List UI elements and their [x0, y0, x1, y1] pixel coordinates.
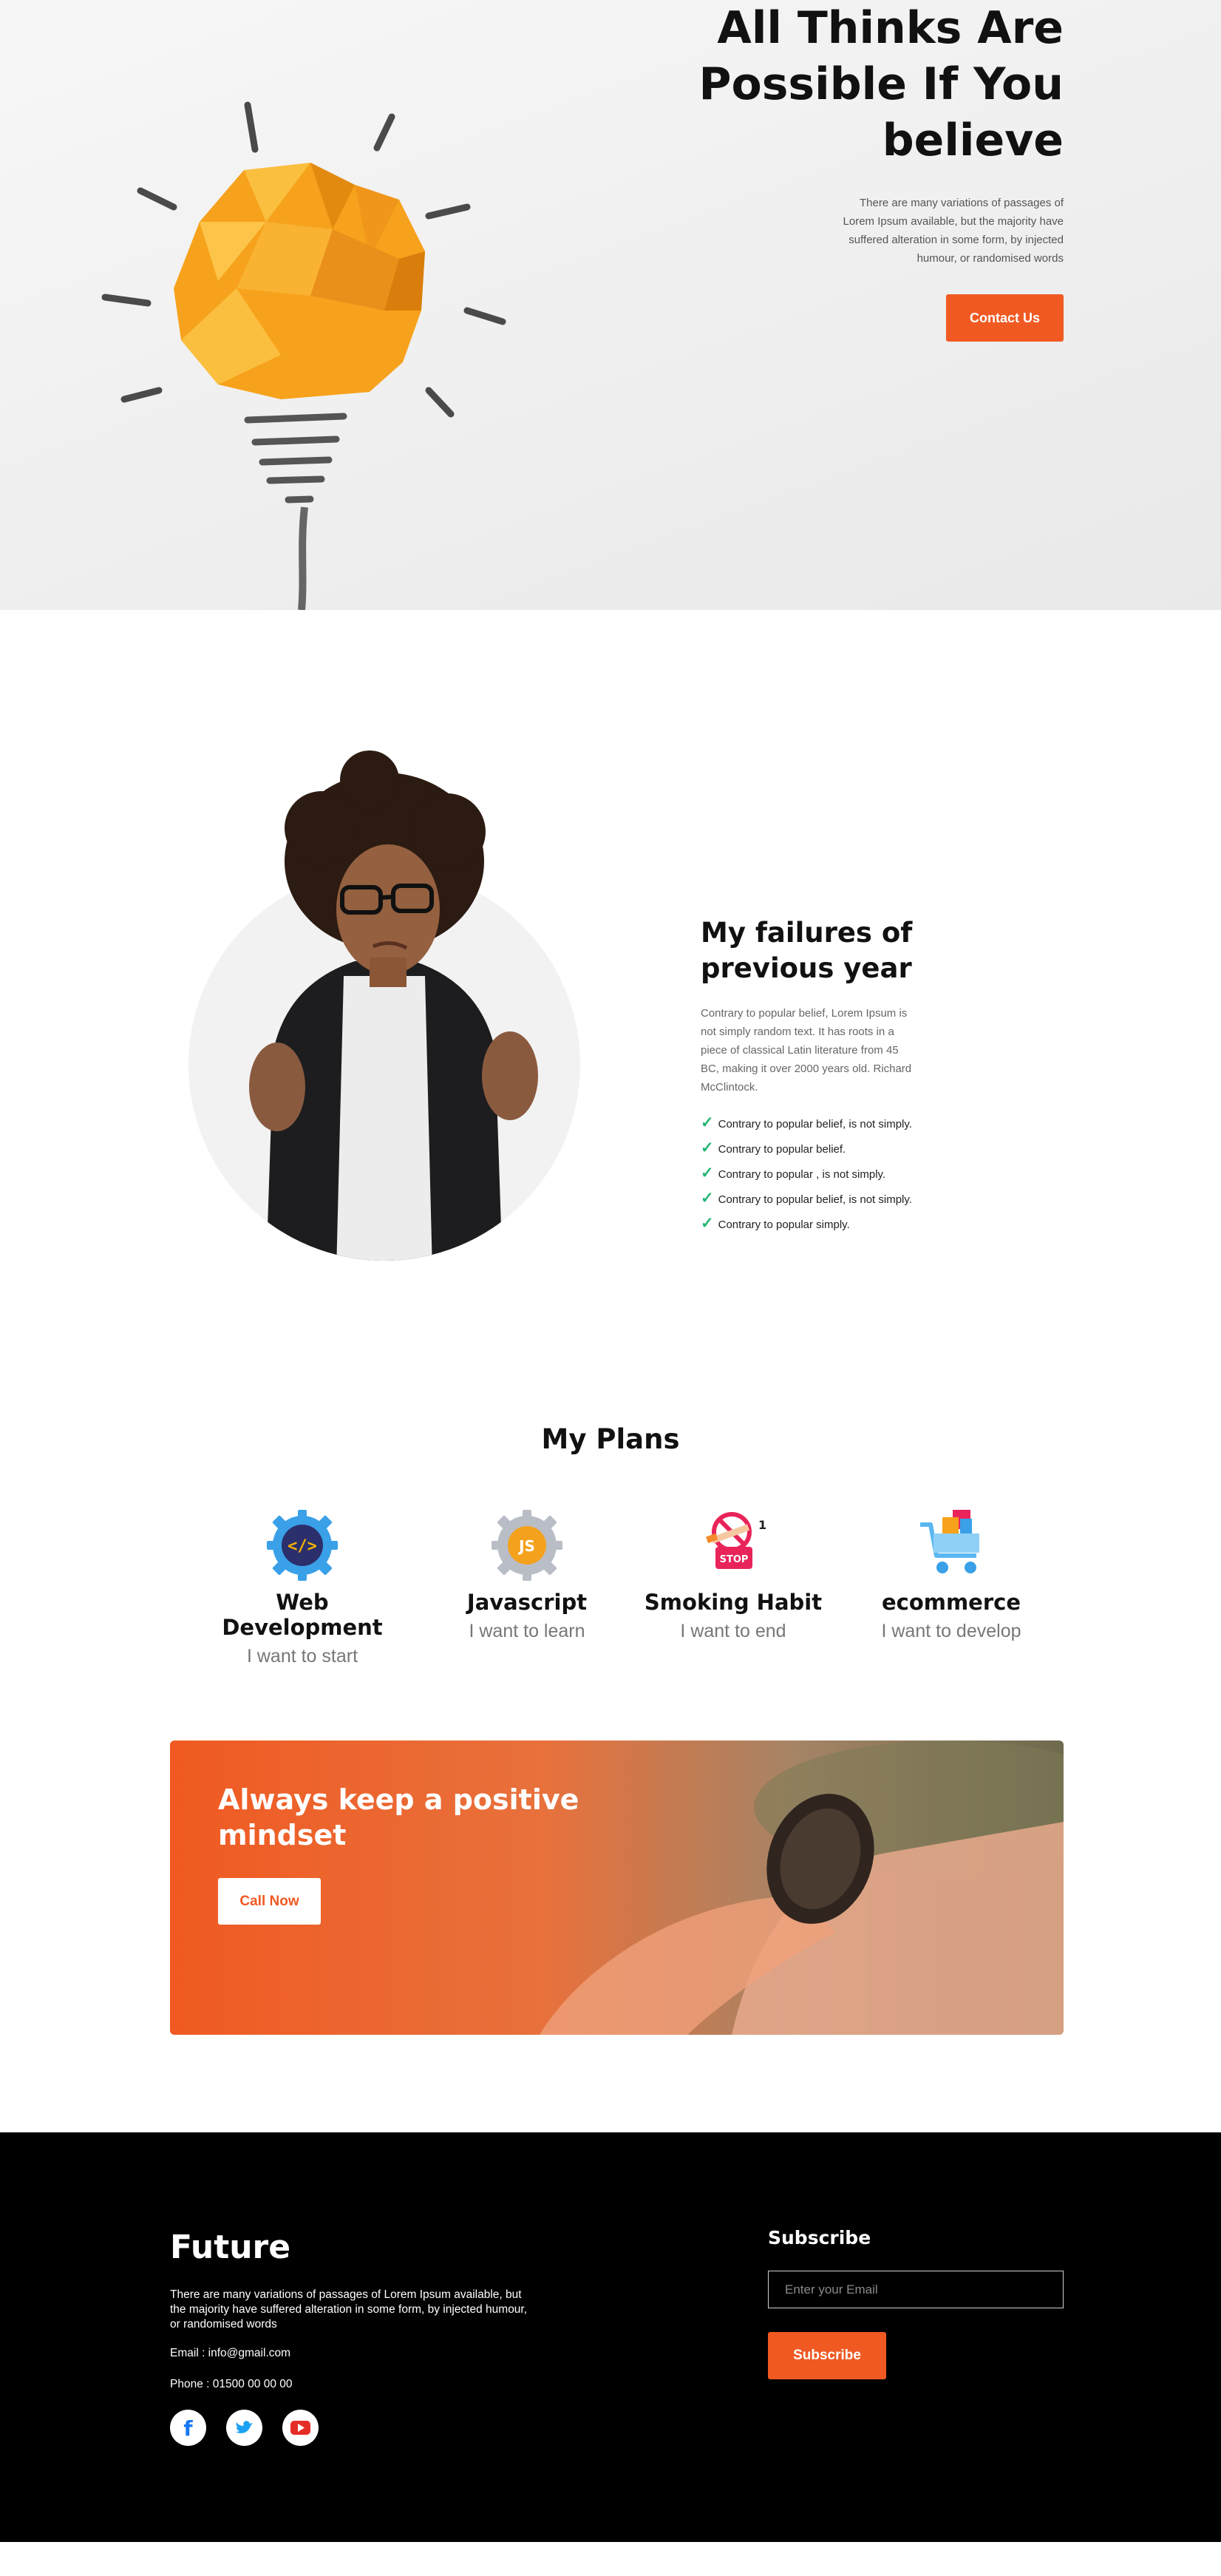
svg-text:f: f — [183, 2416, 193, 2441]
hero-section: All Thinks Are Possible If You believe T… — [0, 0, 1221, 610]
hero-title: All Thinks Are Possible If You believe — [698, 2, 1064, 166]
plans-title: My Plans — [541, 1423, 680, 1455]
check-icon: ✓ — [701, 1165, 714, 1182]
svg-text:</>: </> — [288, 1537, 317, 1556]
lightbulb-illustration — [101, 101, 506, 610]
list-item: ✓ Contrary to popular belief, is not simp… — [701, 1190, 912, 1207]
js-gear-icon: JS — [492, 1510, 562, 1581]
list-item: ✓ Contrary to popular belief, is not simp… — [701, 1114, 912, 1131]
twitter-icon[interactable] — [226, 2410, 262, 2446]
shopping-cart-icon — [920, 1510, 979, 1573]
plan-card-smoking-habit: STOP 1 Smoking Habit I want to end — [626, 1508, 840, 1642]
plan-card-ecommerce: ecommerce I want to develop — [844, 1508, 1058, 1642]
footer-email: Email : info@gmail.com — [170, 2347, 291, 2359]
plan-card-web-development: </> Web Development I want to start — [195, 1508, 409, 1667]
woman-portrait-image — [188, 750, 580, 1261]
plan-subtitle: I want to develop — [881, 1621, 1021, 1641]
contact-us-button[interactable]: Contact Us — [946, 294, 1064, 342]
plan-name: Javascript — [466, 1590, 588, 1615]
plan-subtitle: I want to end — [680, 1621, 786, 1641]
hero-description: There are many variations of passages of… — [843, 197, 1064, 265]
email-field[interactable] — [768, 2271, 1064, 2308]
plan-name: ecommerce — [881, 1590, 1021, 1615]
code-gear-icon: </> — [267, 1510, 338, 1581]
failures-title: My failures of previous year — [701, 917, 913, 984]
footer-brand: Future — [170, 2228, 291, 2266]
failures-description: Contrary to popular belief, Lorem Ipsum … — [701, 1007, 912, 1094]
plan-subtitle: I want to start — [246, 1646, 358, 1667]
plan-subtitle: I want to learn — [469, 1621, 585, 1641]
list-item: ✓ Contrary to popular belief. — [701, 1139, 846, 1156]
failures-text-block: My failures of previous year Contrary to… — [701, 915, 915, 1241]
hero-text-block: All Thinks Are Possible If You believe T… — [679, 0, 1064, 342]
facebook-icon[interactable]: f — [170, 2410, 206, 2446]
svg-text:1: 1 — [758, 1518, 766, 1532]
svg-text:JS: JS — [517, 1537, 535, 1555]
footer: Future There are many variations of pass… — [0, 2132, 1221, 2542]
check-icon: ✓ — [701, 1215, 714, 1232]
failures-list: ✓ Contrary to popular belief, is not simp… — [701, 1114, 915, 1233]
subscribe-button[interactable]: Subscribe — [768, 2332, 886, 2379]
check-icon: ✓ — [701, 1190, 714, 1207]
plan-name: Smoking Habit — [644, 1590, 823, 1615]
check-icon: ✓ — [701, 1114, 714, 1131]
youtube-icon[interactable] — [282, 2410, 319, 2446]
list-item: ✓ Contrary to popular simply. — [701, 1215, 850, 1232]
footer-description: There are many variations of passages of… — [170, 2288, 528, 2331]
list-item: ✓ Contrary to popular , is not simply. — [701, 1165, 886, 1182]
cta-title: Always keep a positive mindset — [218, 1783, 579, 1851]
footer-phone: Phone : 01500 00 00 00 — [170, 2378, 293, 2390]
svg-text:STOP: STOP — [720, 1554, 749, 1565]
plan-card-javascript: JS Javascript I want to learn — [420, 1508, 634, 1642]
stop-smoking-icon: STOP 1 — [706, 1512, 766, 1569]
subscribe-title: Subscribe — [768, 2227, 871, 2248]
call-now-button[interactable]: Call Now — [218, 1878, 321, 1925]
cta-banner: Always keep a positive mindset Call Now — [170, 1741, 1064, 2035]
plan-name: Web Development — [222, 1590, 383, 1640]
check-icon: ✓ — [701, 1139, 714, 1156]
